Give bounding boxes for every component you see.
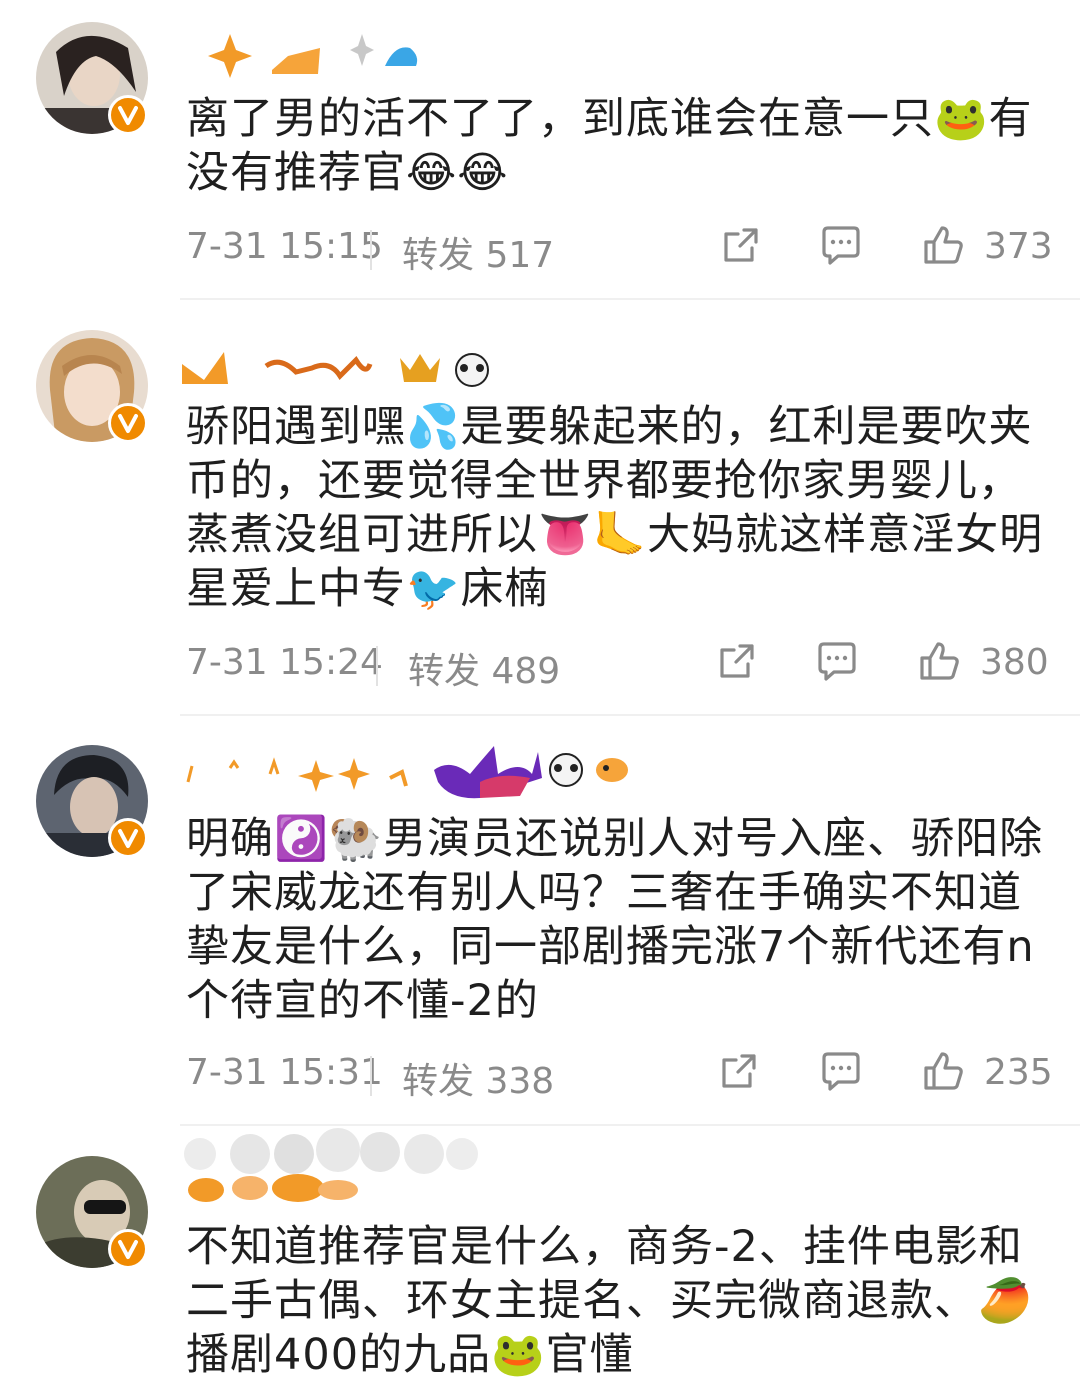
comment-meta: 7-31 15:15 转发 517 373 [186,226,1053,278]
verified-badge [108,1229,148,1269]
share-icon[interactable] [716,1048,762,1094]
meta-separator [370,230,372,270]
meta-separator [376,646,378,686]
timestamp: 7-31 15:24 [186,642,383,683]
username-blurred[interactable] [180,26,440,86]
timestamp: 7-31 15:31 [186,1052,383,1093]
repost-count[interactable]: 转发 338 [402,1052,554,1104]
comment-icon[interactable] [818,222,864,268]
like-count: 373 [984,226,1053,267]
like-count: 235 [984,1052,1053,1093]
like-count: 380 [980,642,1049,683]
verified-badge [108,95,148,135]
share-icon[interactable] [714,638,760,684]
comment-text: 明确☯️🐏男演员还说别人对号入座、骄阳除了宋威龙还有别人吗？三奢在手确实不知道挚… [186,814,1044,1026]
repost-count[interactable]: 转发 517 [402,226,554,278]
divider [180,298,1080,300]
username-blurred[interactable] [180,340,510,400]
comment-text: 骄阳遇到嘿💦是要躲起来的，红利是要吹夹币的，还要觉得全世界都要抢你家男婴儿，蒸煮… [186,402,1044,614]
timestamp: 7-31 15:15 [186,226,383,267]
username-blurred[interactable] [180,738,640,804]
thumbs-up-icon[interactable] [920,222,966,268]
thumbs-up-icon[interactable] [920,1048,966,1094]
comment-meta: 7-31 15:24 转发 489 380 [186,642,1049,694]
thumbs-up-icon[interactable] [916,638,962,684]
comment-icon[interactable] [814,638,860,684]
share-icon[interactable] [718,222,764,268]
meta-separator [370,1056,372,1096]
comment-icon[interactable] [818,1048,864,1094]
repost-count[interactable]: 转发 489 [408,642,560,694]
comment-text: 离了男的活不了了，到底谁会在意一只🐸有没有推荐官😂😂 [186,94,1033,198]
verified-badge [108,818,148,858]
username-blurred[interactable] [180,1124,490,1216]
comment-meta: 7-31 15:31 转发 338 235 [186,1052,1053,1104]
verified-badge [108,403,148,443]
comment-text: 不知道推荐官是什么，商务-2、挂件电影和二手古偶、环女主提名、买完微商退款、🥭播… [186,1222,1033,1380]
divider [180,714,1080,716]
